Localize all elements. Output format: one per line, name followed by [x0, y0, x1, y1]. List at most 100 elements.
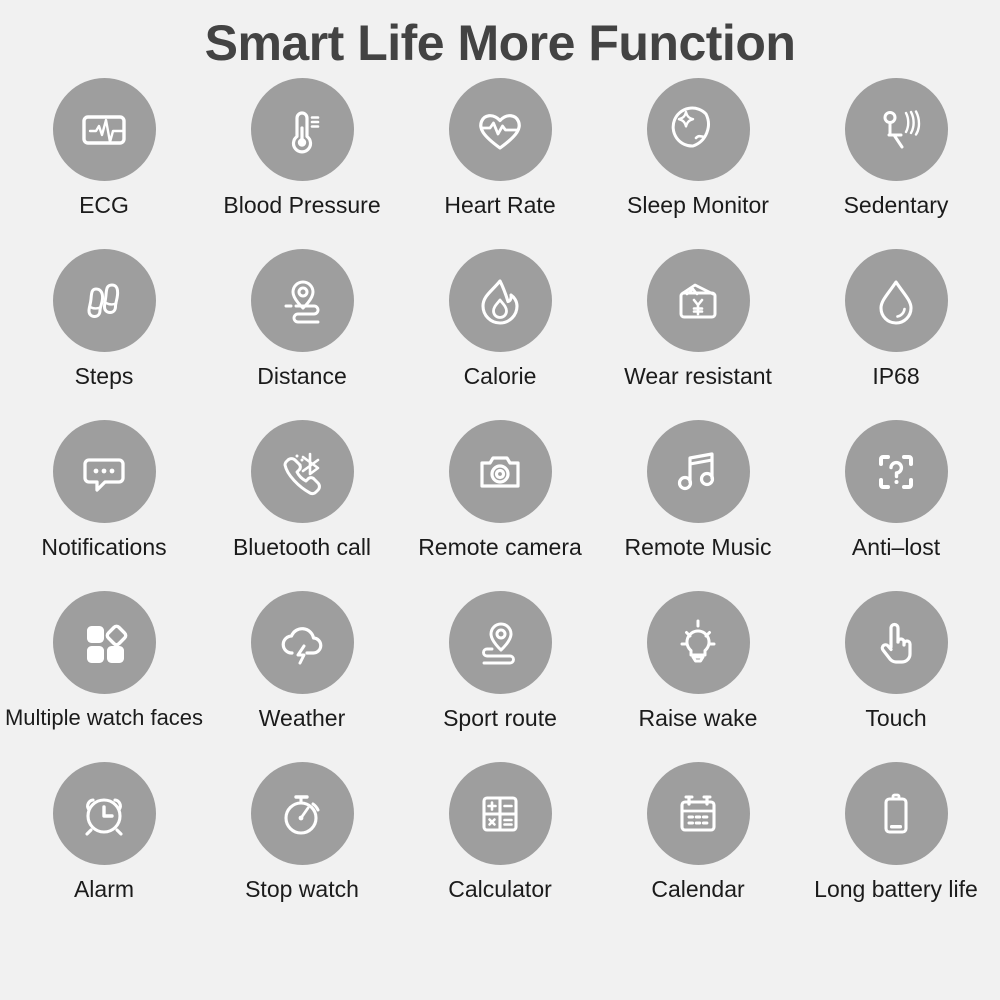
feature-item-sedentary[interactable]: Sedentary: [804, 78, 988, 218]
feature-item-steps[interactable]: Steps: [12, 249, 196, 389]
chat-bubble-dots-icon: [83, 457, 125, 492]
icon-circle: [52, 591, 156, 694]
icon-circle: [448, 762, 552, 865]
feature-item-stop-watch[interactable]: Stop watch: [210, 762, 394, 902]
feature-item-remote-music[interactable]: Remote Music: [606, 420, 790, 560]
calculator-icon: [482, 795, 518, 832]
feature-row: Alarm Stop watch Calculator Calendar Lon…: [0, 762, 1000, 933]
feature-label: Anti–lost: [851, 534, 941, 560]
feature-item-bluetooth-call[interactable]: Bluetooth call: [210, 420, 394, 560]
feature-item-long-battery-life[interactable]: Long battery life: [804, 762, 988, 902]
heart-pulse-icon: [479, 113, 521, 150]
feature-item-weather[interactable]: Weather: [210, 591, 394, 731]
feature-label: Alarm: [73, 876, 135, 902]
map-pin-route-icon: [284, 280, 320, 323]
feature-label: Remote camera: [418, 534, 582, 560]
feature-label: Multiple watch faces: [4, 705, 204, 730]
wallet-yen-icon: [679, 283, 717, 318]
thermometer-icon: [291, 110, 320, 153]
feature-label: Steps: [74, 363, 134, 389]
icon-circle: [844, 762, 948, 865]
icon-circle: [646, 762, 750, 865]
feature-item-calorie[interactable]: Calorie: [408, 249, 592, 389]
icon-circle: [250, 591, 354, 694]
feature-label: Sedentary: [843, 192, 949, 218]
question-bracket-icon: [879, 454, 913, 489]
feature-label: Calculator: [448, 876, 552, 902]
feature-item-alarm[interactable]: Alarm: [12, 762, 196, 902]
icon-circle: [448, 249, 552, 352]
feature-item-raise-wake[interactable]: Raise wake: [606, 591, 790, 731]
feature-label: IP68: [872, 363, 920, 389]
feature-item-heart-rate[interactable]: Heart Rate: [408, 78, 592, 218]
calendar-icon: [680, 794, 716, 832]
icon-circle: [250, 762, 354, 865]
icon-circle: [52, 249, 156, 352]
watch-faces-grid-icon: [87, 624, 128, 663]
feature-item-remote-camera[interactable]: Remote camera: [408, 420, 592, 560]
feature-item-touch[interactable]: Touch: [804, 591, 988, 731]
icon-circle: [448, 591, 552, 694]
bluetooth-phone-icon: [283, 452, 321, 495]
icon-circle: [52, 762, 156, 865]
icon-circle: [844, 591, 948, 694]
feature-item-distance[interactable]: Distance: [210, 249, 394, 389]
feature-label: Long battery life: [814, 876, 978, 902]
feature-label: Bluetooth call: [232, 534, 372, 560]
feature-label: Notifications: [41, 534, 167, 560]
pin-path-icon: [482, 622, 515, 664]
feature-item-sleep-monitor[interactable]: Sleep Monitor: [606, 78, 790, 218]
feature-item-anti-lost[interactable]: Anti–lost: [804, 420, 988, 560]
feature-label: Heart Rate: [444, 192, 556, 218]
icon-circle: [448, 78, 552, 181]
feature-label: Remote Music: [624, 534, 772, 560]
feature-label: Stop watch: [245, 876, 359, 902]
icon-circle: [52, 420, 156, 523]
icon-circle: [646, 591, 750, 694]
feature-grid-page: Smart Life More Function ECG Blood Press…: [0, 0, 1000, 1000]
ecg-icon: [82, 114, 126, 145]
feature-label: Weather: [258, 705, 346, 731]
feature-label: ECG: [79, 192, 129, 218]
feature-item-ecg[interactable]: ECG: [12, 78, 196, 218]
icon-circle: [646, 78, 750, 181]
feature-label: Wear resistant: [624, 363, 772, 389]
seated-person-vibrate-icon: [883, 109, 921, 148]
battery-icon: [884, 793, 908, 834]
icon-circle: [250, 78, 354, 181]
feature-label: Calendar: [651, 876, 745, 902]
feature-label: Distance: [257, 363, 347, 389]
feature-item-calculator[interactable]: Calculator: [408, 762, 592, 902]
icon-circle: [448, 420, 552, 523]
icon-circle: [250, 420, 354, 523]
feature-item-calendar[interactable]: Calendar: [606, 762, 790, 902]
feature-item-multiple-watch-faces[interactable]: Multiple watch faces: [5, 591, 203, 730]
music-note-icon: [677, 451, 715, 490]
feature-label: Sport route: [443, 705, 557, 731]
feature-item-sport-route[interactable]: Sport route: [408, 591, 592, 731]
lightbulb-icon: [680, 619, 716, 662]
feature-grid: ECG Blood Pressure Heart Rate Sleep Moni…: [0, 78, 1000, 933]
icon-circle: [250, 249, 354, 352]
icon-circle: [646, 249, 750, 352]
feature-label: Blood Pressure: [223, 192, 381, 218]
alarm-clock-icon: [85, 797, 123, 836]
flame-icon: [481, 278, 519, 325]
feature-item-ip68[interactable]: IP68: [804, 249, 988, 389]
feature-row: Multiple watch faces Weather Sport route…: [0, 591, 1000, 762]
stopwatch-icon: [284, 794, 320, 835]
footprints-icon: [87, 283, 120, 318]
feature-label: Raise wake: [638, 705, 758, 731]
moon-star-icon: [671, 106, 710, 148]
page-title: Smart Life More Function: [204, 15, 796, 71]
water-drop-icon: [879, 279, 913, 324]
feature-item-notifications[interactable]: Notifications: [12, 420, 196, 560]
feature-item-blood-pressure[interactable]: Blood Pressure: [210, 78, 394, 218]
feature-label: Calorie: [463, 363, 537, 389]
cloud-lightning-icon: [281, 626, 323, 664]
feature-item-wear-resistant[interactable]: Wear resistant: [606, 249, 790, 389]
pointing-hand-icon: [880, 622, 912, 664]
feature-row: Steps Distance Calorie Wear resistant IP…: [0, 249, 1000, 420]
icon-circle: [844, 249, 948, 352]
feature-label: Touch: [865, 705, 927, 731]
